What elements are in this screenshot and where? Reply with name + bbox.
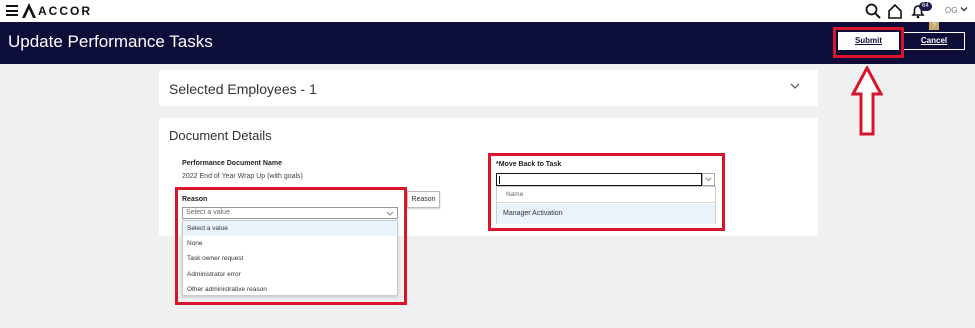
cancel-button[interactable]: Cancel — [903, 32, 965, 50]
search-icon[interactable] — [865, 3, 881, 19]
doc-name-value: 2022 End of Year Wrap Up (with goals) — [182, 173, 303, 180]
selected-employees-card[interactable]: Selected Employees - 1 — [159, 70, 818, 106]
notification-badge: 64 — [919, 2, 932, 11]
document-details-title: Document Details — [169, 128, 272, 143]
user-avatar[interactable]: OG — [945, 6, 957, 15]
chevron-down-icon[interactable] — [960, 5, 968, 13]
reason-highlight-box — [175, 187, 407, 305]
home-icon[interactable] — [887, 3, 903, 19]
chevron-down-icon[interactable] — [790, 82, 800, 90]
submit-highlight-box — [833, 27, 904, 58]
help-icon[interactable]: ? — [929, 22, 939, 30]
brand-name: ACCOR — [38, 4, 92, 18]
page-header: Update Performance Tasks — [0, 22, 975, 64]
page-title: Update Performance Tasks — [8, 32, 213, 51]
selected-employees-title: Selected Employees - 1 — [169, 81, 317, 97]
accor-logo-icon — [22, 3, 36, 18]
move-back-highlight-box — [488, 153, 725, 231]
menu-icon[interactable] — [6, 5, 18, 16]
reason-button[interactable]: Reason — [407, 191, 440, 208]
doc-name-label: Performance Document Name — [182, 160, 282, 167]
top-bar: ACCOR 64 OG — [0, 0, 975, 22]
up-arrow-icon — [851, 66, 883, 136]
